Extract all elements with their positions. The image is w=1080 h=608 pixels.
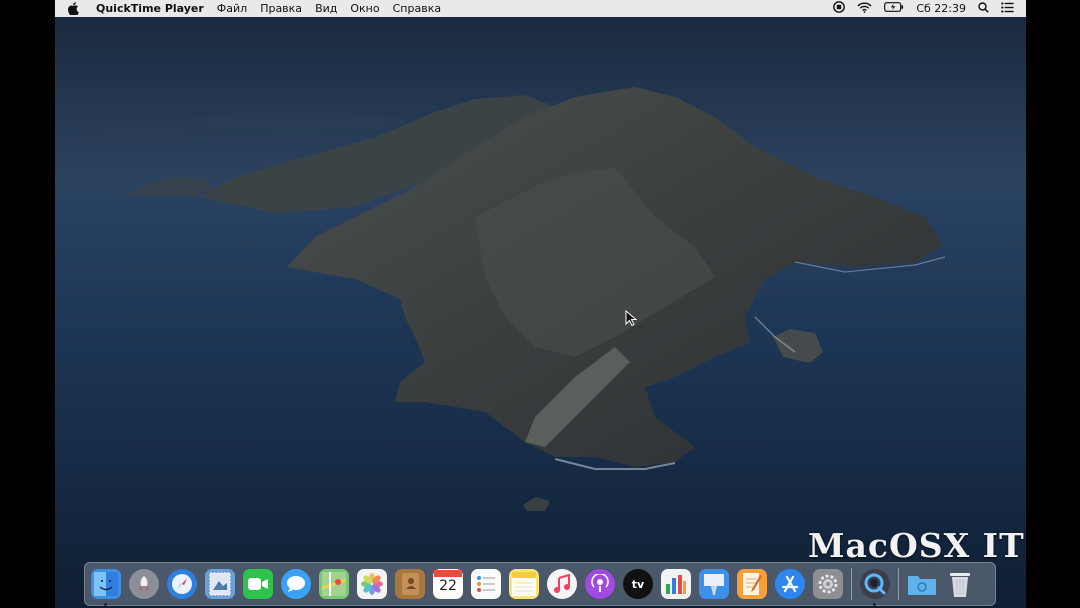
- dock-quicktime[interactable]: [860, 569, 890, 606]
- menu-view[interactable]: Вид: [315, 2, 337, 15]
- notification-center-icon[interactable]: [1001, 1, 1014, 16]
- pen-document-icon: [743, 573, 762, 595]
- rocket-icon: [139, 576, 149, 590]
- running-indicator: [873, 603, 876, 606]
- dock-notes[interactable]: [509, 569, 539, 599]
- dock-finder[interactable]: [91, 569, 121, 606]
- bar-chart-icon: [666, 575, 686, 594]
- screen-recording-icon[interactable]: [833, 1, 846, 16]
- gear-icon: [818, 574, 838, 594]
- dock-app-store[interactable]: [775, 569, 805, 599]
- menu-file[interactable]: Файл: [217, 2, 247, 15]
- dock-podcasts[interactable]: [585, 569, 615, 599]
- dock-photos[interactable]: [357, 569, 387, 599]
- menu-edit[interactable]: Правка: [260, 2, 302, 15]
- podcast-icon: [591, 574, 609, 592]
- dock-keynote[interactable]: [699, 569, 729, 599]
- flower-icon: [361, 573, 383, 595]
- compass-icon: [172, 574, 192, 594]
- dock-system-preferences[interactable]: [813, 569, 843, 599]
- folder-icon: [908, 576, 936, 595]
- speech-bubble-icon: [287, 576, 305, 592]
- dock-separator: [898, 568, 899, 600]
- dock-pages[interactable]: [737, 569, 767, 599]
- notepad-icon: [512, 572, 536, 596]
- menu-help[interactable]: Справка: [393, 2, 441, 15]
- quicktime-icon: [864, 573, 886, 595]
- dock-numbers[interactable]: [661, 569, 691, 599]
- finder-icon: [94, 572, 118, 596]
- music-note-icon: [554, 574, 570, 593]
- dock-music[interactable]: [547, 569, 577, 599]
- camera-icon: [248, 578, 268, 590]
- dock-trash[interactable]: [945, 569, 975, 599]
- dock-launchpad[interactable]: [129, 569, 159, 599]
- map-icon: [322, 572, 346, 596]
- mouse-cursor-icon: [625, 310, 637, 326]
- dock: 22 tv: [84, 562, 996, 606]
- dock-safari[interactable]: [167, 569, 197, 599]
- menu-window[interactable]: Окно: [350, 2, 379, 15]
- address-book-icon: [402, 573, 419, 595]
- watermark-text: MacOSX IT: [808, 526, 1025, 565]
- checklist-icon: [477, 576, 495, 592]
- dock-messages[interactable]: [281, 569, 311, 599]
- dock-downloads[interactable]: [907, 569, 937, 599]
- battery-icon[interactable]: [884, 2, 904, 15]
- stamp-icon: [209, 572, 231, 596]
- dock-tv[interactable]: tv: [623, 569, 653, 599]
- dock-reminders[interactable]: [471, 569, 501, 599]
- app-store-icon: [781, 575, 799, 593]
- apple-tv-icon: tv: [631, 577, 645, 591]
- dock-calendar[interactable]: 22: [433, 569, 463, 599]
- calendar-date: 22: [439, 578, 457, 594]
- desktop: QuickTime Player Файл Правка Вид Окно Сп…: [55, 0, 1026, 608]
- apple-menu-icon[interactable]: [68, 2, 82, 16]
- wifi-icon[interactable]: [857, 2, 872, 16]
- running-indicator: [104, 603, 107, 606]
- dock-maps[interactable]: [319, 569, 349, 599]
- dock-mail-stamp[interactable]: [205, 569, 235, 599]
- menu-bar: QuickTime Player Файл Правка Вид Окно Сп…: [55, 0, 1026, 17]
- wallpaper-catalina-island: [55, 17, 1026, 608]
- menubar-clock[interactable]: Сб 22:39: [916, 2, 966, 15]
- lectern-icon: [704, 574, 724, 595]
- trash-icon: [950, 573, 970, 597]
- dock-facetime[interactable]: [243, 569, 273, 599]
- app-name-menu[interactable]: QuickTime Player: [96, 2, 204, 15]
- spotlight-search-icon[interactable]: [978, 1, 989, 16]
- dock-contacts[interactable]: [395, 569, 425, 599]
- dock-separator: [851, 568, 852, 600]
